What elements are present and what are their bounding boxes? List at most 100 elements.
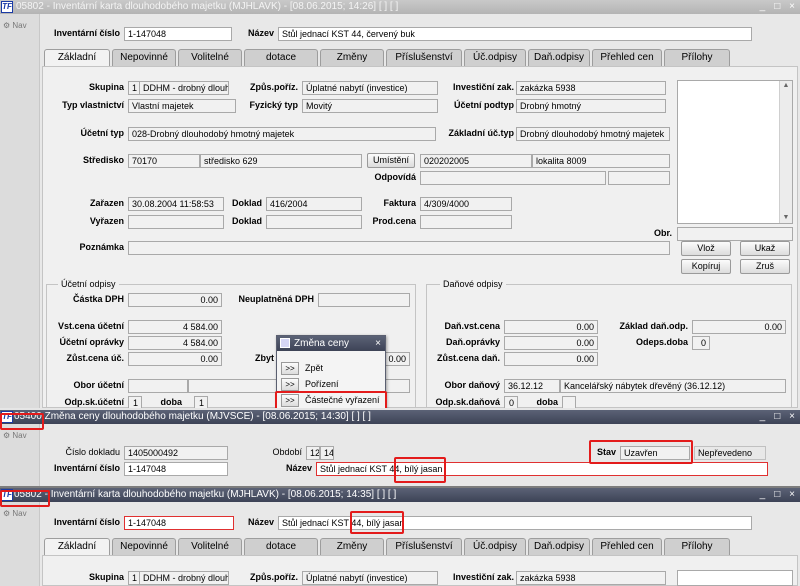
kopiruj-button[interactable]: Kopíruj bbox=[681, 259, 731, 274]
prevod-field[interactable]: Nepřevedeno bbox=[694, 446, 766, 460]
zustdan-field[interactable]: 0.00 bbox=[504, 352, 598, 366]
title-bar-1[interactable]: TF 05802 - Inventární karta dlouhodobého… bbox=[0, 0, 800, 14]
odpsk-field[interactable]: 1 bbox=[128, 396, 142, 408]
inv-field[interactable]: 1-147048 bbox=[124, 27, 232, 41]
obordan-code[interactable]: 36.12.12 bbox=[504, 379, 560, 393]
umist-code[interactable]: 020202005 bbox=[420, 154, 532, 168]
tab-prehled-cen[interactable]: Přehled cen bbox=[592, 49, 662, 66]
umisteni-button[interactable]: Umístění bbox=[367, 153, 415, 168]
ukaz-button[interactable]: Ukaž bbox=[740, 241, 790, 256]
tab3-dan-odpisy[interactable]: Daň.odpisy bbox=[528, 538, 590, 555]
tab-zmeny[interactable]: Změny bbox=[320, 49, 384, 66]
tab3-volitelne[interactable]: Volitelné bbox=[178, 538, 242, 555]
uctyp-field[interactable]: 028-Drobný dlouhodobý hmotný majetek bbox=[128, 127, 436, 141]
cislo-field[interactable]: 1405000492 bbox=[124, 446, 228, 460]
tab3-prehled-cen[interactable]: Přehled cen bbox=[592, 538, 662, 555]
tab-dotace[interactable]: dotace bbox=[244, 49, 318, 66]
vloz-button[interactable]: Vlož bbox=[681, 241, 731, 256]
tab3-uc-odpisy[interactable]: Úč.odpisy bbox=[464, 538, 526, 555]
skupina3-field[interactable]: DDHM - drobný dlouho bbox=[139, 571, 229, 585]
nav-button-2[interactable]: ⚙ Nav bbox=[3, 431, 27, 440]
obor-code[interactable] bbox=[128, 379, 188, 393]
skupina-field[interactable]: DDHM - drobný dlouho bbox=[139, 81, 229, 95]
picture-memo[interactable] bbox=[677, 80, 793, 224]
odpov-field-2[interactable] bbox=[608, 171, 670, 185]
minimize-icon-2[interactable]: _ bbox=[756, 410, 768, 424]
pozn-field[interactable] bbox=[128, 241, 670, 255]
minimize-icon[interactable]: _ bbox=[756, 0, 768, 14]
danvst-field[interactable]: 0.00 bbox=[504, 320, 598, 334]
scroll-up-icon[interactable]: ▲ bbox=[780, 81, 792, 91]
tab3-dotace[interactable]: dotace bbox=[244, 538, 318, 555]
odeps-field[interactable]: 0 bbox=[692, 336, 710, 350]
stred-code[interactable]: 70170 bbox=[128, 154, 200, 168]
prodcena-field[interactable] bbox=[420, 215, 512, 229]
popup-close-icon[interactable]: × bbox=[375, 336, 381, 351]
memo-scrollbar[interactable]: ▲ ▼ bbox=[779, 81, 792, 223]
popup-zpet-button[interactable]: >> bbox=[281, 362, 299, 376]
picture-memo-3[interactable] bbox=[677, 570, 793, 586]
maximize-icon[interactable]: □ bbox=[771, 0, 783, 14]
doklad-field[interactable]: 416/2004 bbox=[266, 197, 362, 211]
invzak-field[interactable]: zakázka 5938 bbox=[516, 81, 666, 95]
scroll-down-icon[interactable]: ▼ bbox=[780, 213, 792, 223]
popup-item-porizeni[interactable]: >> Pořízení bbox=[281, 376, 339, 392]
zpusob-field[interactable]: Úplatné nabytí (investice) bbox=[302, 81, 438, 95]
neupl-field[interactable] bbox=[318, 293, 410, 307]
close-icon[interactable]: × bbox=[786, 0, 798, 14]
title-bar-3[interactable]: TF 05802 - Inventární karta dlouhodobého… bbox=[0, 488, 800, 502]
tab3-nepovinne[interactable]: Nepovinné bbox=[112, 538, 176, 555]
nav-button-1[interactable]: ⚙ Nav bbox=[3, 21, 27, 30]
dph-field[interactable]: 0.00 bbox=[128, 293, 222, 307]
minimize-icon-3[interactable]: _ bbox=[756, 488, 768, 502]
invzak3-field[interactable]: zakázka 5938 bbox=[516, 571, 666, 585]
zust-field[interactable]: 0.00 bbox=[128, 352, 222, 366]
tab3-zakladni[interactable]: Základní bbox=[44, 538, 110, 555]
zaklad-field[interactable]: Drobný dlouhodobý hmotný majetek bbox=[516, 127, 670, 141]
zakldan-field[interactable]: 0.00 bbox=[692, 320, 786, 334]
dobadan-field[interactable] bbox=[562, 396, 576, 408]
vyr-field[interactable] bbox=[128, 215, 224, 229]
odpov-field[interactable] bbox=[420, 171, 606, 185]
obr-field[interactable] bbox=[677, 227, 793, 241]
zar-field[interactable]: 30.08.2004 11:58:53 bbox=[128, 197, 224, 211]
close-icon-3[interactable]: × bbox=[786, 488, 798, 502]
doklad2-field[interactable] bbox=[266, 215, 362, 229]
popup-item-zpet[interactable]: >> Zpět bbox=[281, 360, 323, 376]
maximize-icon-3[interactable]: □ bbox=[771, 488, 783, 502]
tab3-prilohy[interactable]: Přílohy bbox=[664, 538, 730, 555]
nazev2-field[interactable]: Stůl jednací KST 44, bílý jasan bbox=[316, 462, 768, 476]
tab-volitelne[interactable]: Volitelné bbox=[178, 49, 242, 66]
inv3-field[interactable]: 1-147048 bbox=[124, 516, 234, 530]
doba-field[interactable]: 1 bbox=[194, 396, 208, 408]
fyz-field[interactable]: Movitý bbox=[302, 99, 438, 113]
close-icon-2[interactable]: × bbox=[786, 410, 798, 424]
zpusob3-field[interactable]: Úplatné nabytí (investice) bbox=[302, 571, 438, 585]
nav-button-3[interactable]: ⚙ Nav bbox=[3, 509, 27, 518]
obdobi-a-field[interactable]: 12 bbox=[306, 446, 320, 460]
maximize-icon-2[interactable]: □ bbox=[771, 410, 783, 424]
title-bar-2[interactable]: TF 05400 Změna ceny dlouhodobého majetku… bbox=[0, 410, 800, 424]
tab-prislusenstvi[interactable]: Příslušenství bbox=[386, 49, 462, 66]
tab-dan-odpisy[interactable]: Daň.odpisy bbox=[528, 49, 590, 66]
zrus-button[interactable]: Zruš bbox=[740, 259, 790, 274]
vst-field[interactable]: 4 584.00 bbox=[128, 320, 222, 334]
popup-title-bar[interactable]: Změna ceny × bbox=[277, 336, 385, 351]
tab-prilohy[interactable]: Přílohy bbox=[664, 49, 730, 66]
tab3-prislusenstvi[interactable]: Příslušenství bbox=[386, 538, 462, 555]
inv2-field[interactable]: 1-147048 bbox=[124, 462, 228, 476]
nazev-field[interactable]: Stůl jednací KST 44, červený buk bbox=[278, 27, 752, 41]
umist-field[interactable]: lokalita 8009 bbox=[532, 154, 670, 168]
faktura-field[interactable]: 4/309/4000 bbox=[420, 197, 512, 211]
stred-field[interactable]: středisko 629 bbox=[200, 154, 362, 168]
obordan-field[interactable]: Kancelářský nábytek dřevěný (36.12.12) bbox=[560, 379, 786, 393]
typvl-field[interactable]: Vlastní majetek bbox=[128, 99, 236, 113]
tab3-zmeny[interactable]: Změny bbox=[320, 538, 384, 555]
tab-nepovinne[interactable]: Nepovinné bbox=[112, 49, 176, 66]
ucopr-field[interactable]: 4 584.00 bbox=[128, 336, 222, 350]
danopr-field[interactable]: 0.00 bbox=[504, 336, 598, 350]
obdobi-b-field[interactable]: 14 bbox=[320, 446, 334, 460]
tab-uc-odpisy[interactable]: Úč.odpisy bbox=[464, 49, 526, 66]
popup-porizeni-button[interactable]: >> bbox=[281, 378, 299, 392]
ucpod-field[interactable]: Drobný hmotný bbox=[516, 99, 666, 113]
